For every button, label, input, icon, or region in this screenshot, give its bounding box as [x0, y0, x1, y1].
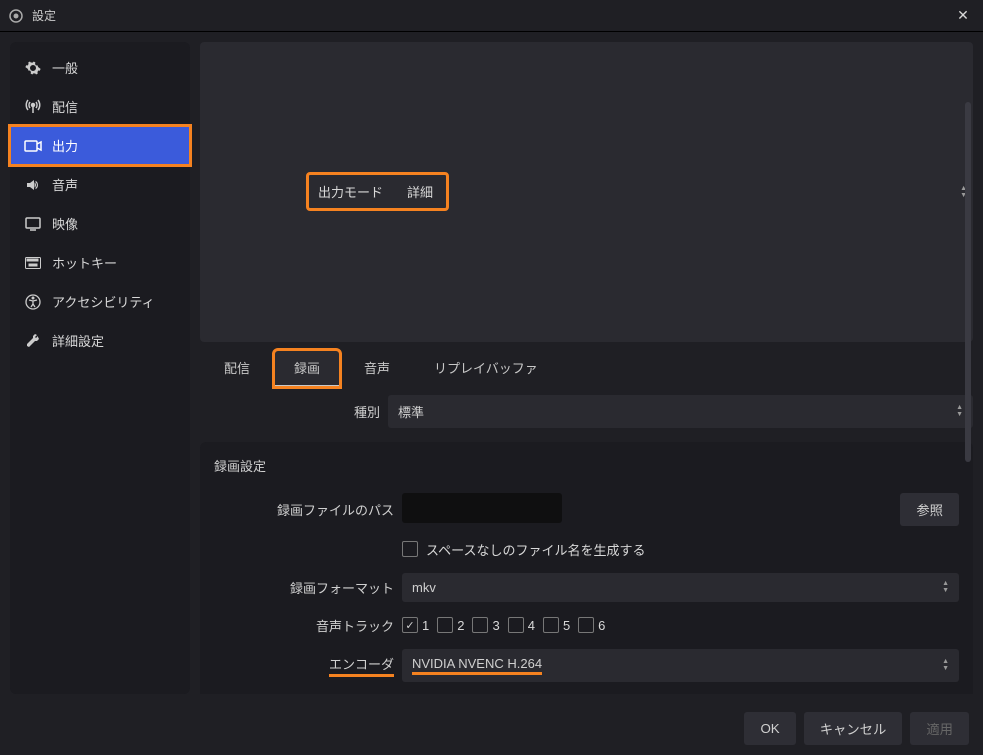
output-icon [24, 137, 42, 155]
record-settings-section: 録画設定 録画ファイルのパス 参照 スペースなしのファイ [200, 442, 973, 695]
output-mode-label: 出力モード [308, 174, 391, 209]
output-mode-row: 出力モード 詳細 ▲▼ [200, 42, 973, 342]
sidebar-item-general[interactable]: 一般 [10, 48, 190, 87]
tab-record[interactable]: 録画 [274, 350, 340, 387]
type-select[interactable]: 標準 ▲▼ [388, 395, 973, 428]
sidebar-label: 配信 [52, 97, 78, 116]
sidebar-label: 詳細設定 [52, 331, 104, 350]
sidebar-item-stream[interactable]: 配信 [10, 87, 190, 126]
encoder-select[interactable]: NVIDIA NVENC H.264 ▲▼ [402, 649, 959, 682]
tracks-label: 音声トラック [214, 616, 394, 635]
type-label: 種別 [200, 402, 380, 421]
track-1-checkbox[interactable] [402, 617, 418, 633]
track-3-checkbox[interactable] [472, 617, 488, 633]
track-2-checkbox[interactable] [437, 617, 453, 633]
cancel-button[interactable]: キャンセル [804, 712, 903, 745]
tab-audio[interactable]: 音声 [344, 350, 410, 387]
sidebar-item-accessibility[interactable]: アクセシビリティ [10, 282, 190, 321]
tab-replay-buffer[interactable]: リプレイバッファ [414, 350, 558, 387]
track-5-checkbox[interactable] [543, 617, 559, 633]
browse-button[interactable]: 参照 [900, 493, 959, 526]
type-row: 種別 標準 ▲▼ [200, 395, 973, 428]
output-mode-value[interactable]: 詳細 [399, 174, 447, 209]
tab-stream[interactable]: 配信 [204, 350, 270, 387]
no-space-checkbox[interactable] [402, 541, 418, 557]
keyboard-icon [24, 254, 42, 272]
tabs: 配信 録画 音声 リプレイバッファ [200, 350, 973, 387]
record-path-label: 録画ファイルのパス [214, 500, 394, 519]
ok-button[interactable]: OK [744, 712, 795, 745]
sidebar-label: ホットキー [52, 253, 117, 272]
sidebar-item-output[interactable]: 出力 [10, 126, 190, 165]
encoder-label: エンコーダ [214, 654, 394, 677]
sidebar-label: 出力 [52, 136, 78, 155]
video-icon [24, 215, 42, 233]
updown-icon: ▲▼ [942, 580, 949, 594]
gear-icon [24, 59, 42, 77]
sidebar: 一般 配信 出力 音声 映像 ホットキー [10, 42, 190, 694]
track-4-checkbox[interactable] [508, 617, 524, 633]
antenna-icon [24, 98, 42, 116]
sidebar-label: 音声 [52, 175, 78, 194]
tools-icon [24, 332, 42, 350]
track-6-checkbox[interactable] [578, 617, 594, 633]
sidebar-label: 一般 [52, 58, 78, 77]
updown-icon: ▲▼ [956, 404, 963, 418]
output-mode-select[interactable]: ▲▼ [447, 185, 973, 199]
window-title: 設定 [32, 7, 951, 24]
sidebar-item-hotkeys[interactable]: ホットキー [10, 243, 190, 282]
sidebar-label: アクセシビリティ [52, 292, 155, 311]
section-title: 録画設定 [214, 456, 959, 475]
format-select[interactable]: mkv ▲▼ [402, 573, 959, 602]
audio-icon [24, 176, 42, 194]
accessibility-icon [24, 293, 42, 311]
no-space-label: スペースなしのファイル名を生成する [426, 540, 645, 559]
sidebar-label: 映像 [52, 214, 78, 233]
titlebar: 設定 ✕ [0, 0, 983, 32]
format-label: 録画フォーマット [214, 578, 394, 597]
output-mode-highlight: 出力モード 詳細 [308, 174, 447, 209]
close-icon[interactable]: ✕ [951, 4, 975, 28]
record-path-input[interactable] [402, 493, 562, 523]
apply-button[interactable]: 適用 [910, 712, 969, 745]
footer: OK キャンセル 適用 [0, 704, 983, 755]
sidebar-item-advanced[interactable]: 詳細設定 [10, 321, 190, 360]
app-icon [8, 8, 24, 24]
updown-icon: ▲▼ [942, 658, 949, 672]
sidebar-item-audio[interactable]: 音声 [10, 165, 190, 204]
scrollbar-thumb[interactable] [965, 102, 971, 462]
sidebar-item-video[interactable]: 映像 [10, 204, 190, 243]
